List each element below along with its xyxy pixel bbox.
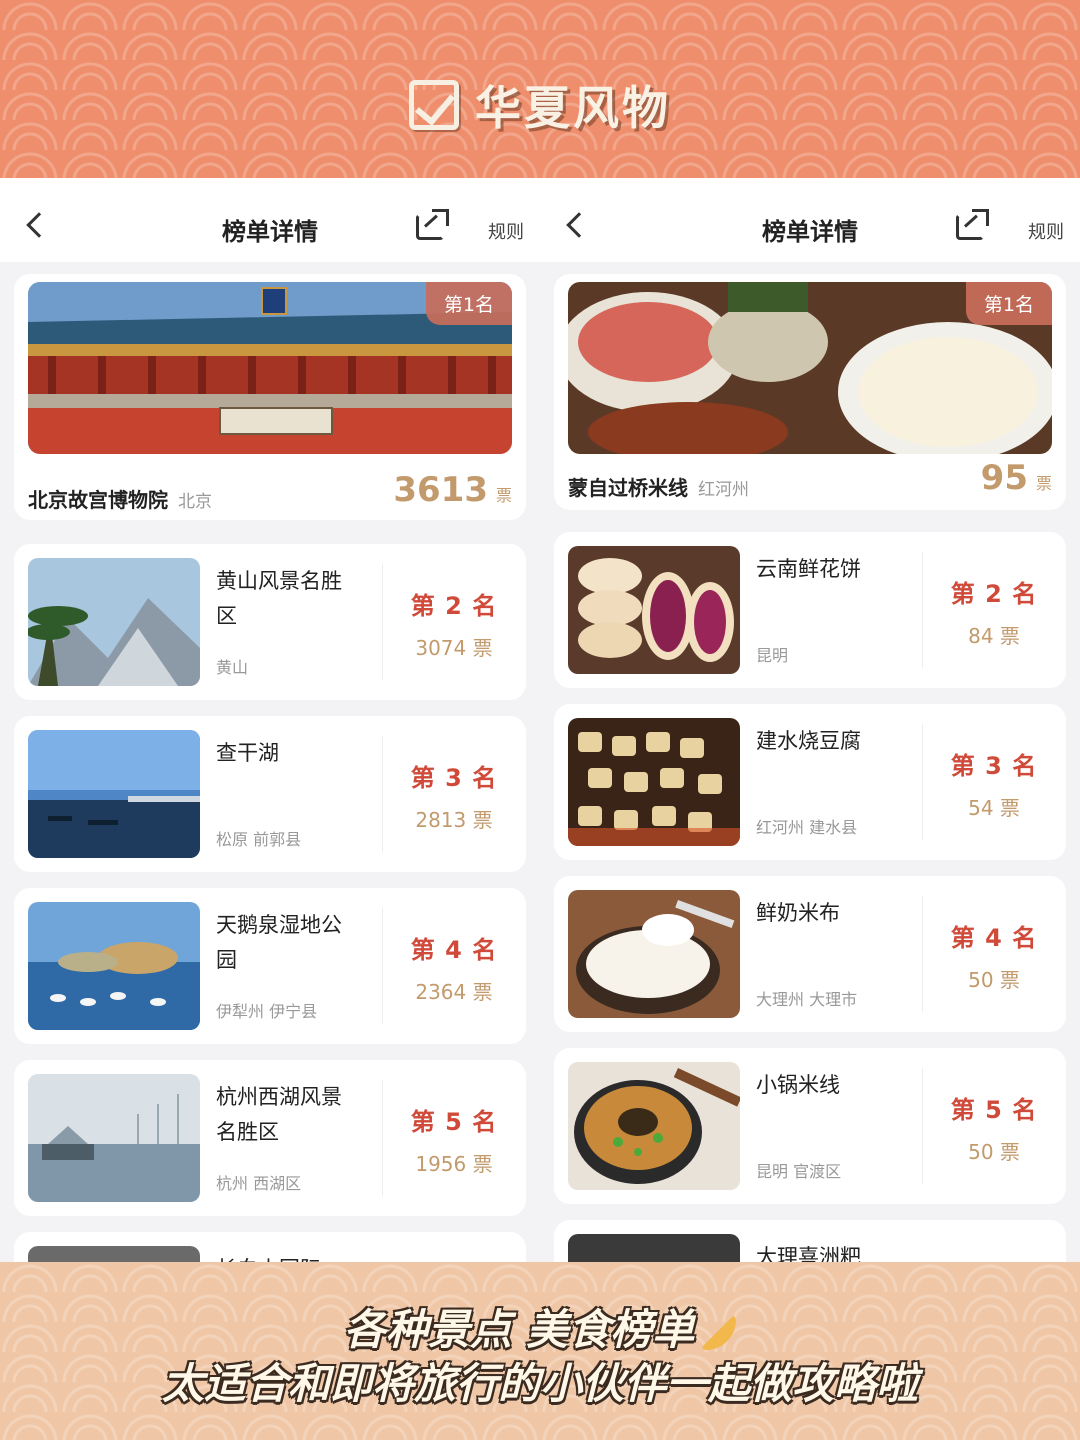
caption-line-1: 各种景点 美食榜单 <box>0 1296 1080 1357</box>
rules-link[interactable]: 规则 <box>488 218 524 244</box>
thumb-huangshan <box>28 558 200 686</box>
item-rank: 第 2 名 <box>950 580 1038 608</box>
item-rank: 第 5 名 <box>410 1108 498 1136</box>
item-location: 昆明 <box>756 646 789 665</box>
list-item[interactable]: 小锅米线 昆明 官渡区 第 5 名 50 票 <box>554 1048 1066 1204</box>
divider <box>382 736 383 852</box>
list-item[interactable]: 云南鲜花饼 昆明 第 2 名 84 票 <box>554 532 1066 688</box>
first-place-name: 北京故宫博物院 北京 <box>28 484 212 513</box>
item-name: 建水烧豆腐 <box>756 729 861 753</box>
nav-title: 榜单详情 <box>762 218 858 246</box>
item-votes: 2813 票 <box>415 808 493 832</box>
item-location: 北京 <box>178 492 212 512</box>
list-item[interactable]: 查干湖 松原 前郭县 第 3 名 2813 票 <box>14 716 526 872</box>
app-title: 华夏风物 <box>0 70 1080 140</box>
item-votes: 84 票 <box>968 624 1020 648</box>
list-item[interactable]: 鲜奶米布 大理州 大理市 第 4 名 50 票 <box>554 876 1066 1032</box>
item-name: 长白山国际 <box>216 1252 346 1262</box>
item-rank: 第 3 名 <box>950 752 1038 780</box>
item-votes: 50 票 <box>968 1140 1020 1164</box>
divider <box>382 564 383 680</box>
rank-badge: 第1名 <box>965 282 1052 325</box>
item-name: 杭州西湖风景名胜区 <box>216 1085 342 1144</box>
vote-unit: 票 <box>1035 474 1052 493</box>
thumb-west-lake <box>28 1074 200 1202</box>
item-name: 天鹅泉湿地公园 <box>216 913 342 972</box>
first-place-votes: 3613 票 <box>393 470 512 510</box>
right-panel-food: 榜单详情 规则 第1名 蒙自过桥米线 红河州 95 票 云南鲜花饼 昆明 第 2 名… <box>540 178 1080 1262</box>
item-name: 北京故宫博物院 <box>28 488 168 512</box>
list-item[interactable]: 黄山风景名胜区 黄山 第 2 名 3074 票 <box>14 544 526 700</box>
share-icon[interactable] <box>416 209 449 240</box>
hero-image-palace: 第1名 <box>28 282 512 454</box>
thumb-flower-cake <box>568 546 740 674</box>
hero-image-rice-noodle: 第1名 <box>568 282 1052 454</box>
item-location: 大理州 大理市 <box>756 990 858 1009</box>
pizza-icon <box>702 1315 737 1350</box>
list-item[interactable]: 杭州西湖风景名胜区 杭州 西湖区 第 5 名 1956 票 <box>14 1060 526 1216</box>
rules-link[interactable]: 规则 <box>1028 218 1064 244</box>
nav-title: 榜单详情 <box>222 218 318 246</box>
vote-count: 3613 <box>393 470 488 510</box>
vote-count: 95 <box>980 458 1028 498</box>
item-location: 红河州 建水县 <box>756 818 858 837</box>
thumb-pot-noodle <box>568 1062 740 1190</box>
divider <box>922 896 923 1012</box>
divider <box>922 552 923 668</box>
item-name: 大理喜洲粑 <box>756 1245 861 1262</box>
item-rank: 第 5 名 <box>950 1096 1038 1124</box>
item-name: 云南鲜花饼 <box>756 557 861 581</box>
nav-bar: 榜单详情 规则 <box>540 178 1080 262</box>
left-panel-scenic: 榜单详情 规则 第1名 北京故宫博物院 北京 3613 票 黄山风景名胜区 黄山… <box>0 178 540 1262</box>
item-votes: 50 票 <box>968 968 1020 992</box>
vote-unit: 票 <box>495 486 512 505</box>
item-rank: 第 4 名 <box>950 924 1038 952</box>
rank-first-card[interactable]: 第1名 蒙自过桥米线 红河州 95 票 <box>554 274 1066 510</box>
list-item-partial[interactable]: 大理喜洲粑 <box>554 1220 1066 1262</box>
rank-badge: 第1名 <box>425 282 512 325</box>
thumb-partial <box>28 1246 200 1262</box>
caption-text: 各种景点 美食榜单 <box>343 1305 695 1354</box>
item-name: 蒙自过桥米线 <box>568 476 688 500</box>
item-location: 黄山 <box>216 658 249 677</box>
item-rank: 第 2 名 <box>410 592 498 620</box>
list-item[interactable]: 天鹅泉湿地公园 伊犁州 伊宁县 第 4 名 2364 票 <box>14 888 526 1044</box>
checkbox-icon <box>409 80 459 130</box>
item-name: 小锅米线 <box>756 1073 840 1097</box>
item-votes: 1956 票 <box>415 1152 493 1176</box>
divider <box>922 724 923 840</box>
item-name: 查干湖 <box>216 741 279 765</box>
thumb-chagan-lake <box>28 730 200 858</box>
rank-first-card[interactable]: 第1名 北京故宫博物院 北京 3613 票 <box>14 274 526 520</box>
first-place-votes: 95 票 <box>981 458 1052 498</box>
divider <box>922 1068 923 1184</box>
item-location: 伊犁州 伊宁县 <box>216 1002 318 1021</box>
thumb-milk-pudding <box>568 890 740 1018</box>
thumb-grilled-tofu <box>568 718 740 846</box>
caption-line-2: 太适合和即将旅行的小伙伴一起做攻略啦 <box>161 1359 918 1408</box>
first-place-name: 蒙自过桥米线 红河州 <box>568 472 749 501</box>
list-item-partial[interactable]: 长白山国际 <box>14 1232 526 1262</box>
divider <box>382 1080 383 1196</box>
item-location: 昆明 官渡区 <box>756 1162 842 1181</box>
item-name: 鲜奶米布 <box>756 901 840 925</box>
item-name: 黄山风景名胜区 <box>216 569 342 628</box>
item-rank: 第 4 名 <box>410 936 498 964</box>
item-location: 杭州 西湖区 <box>216 1174 302 1193</box>
list-item[interactable]: 建水烧豆腐 红河州 建水县 第 3 名 54 票 <box>554 704 1066 860</box>
item-votes: 2364 票 <box>415 980 493 1004</box>
item-votes: 54 票 <box>968 796 1020 820</box>
item-votes: 3074 票 <box>415 636 493 660</box>
divider <box>382 908 383 1024</box>
share-icon[interactable] <box>956 209 989 240</box>
thumb-partial <box>568 1234 740 1262</box>
item-location: 松原 前郭县 <box>216 830 302 849</box>
app-title-text: 华夏风物 <box>475 81 671 135</box>
nav-bar: 榜单详情 规则 <box>0 178 540 262</box>
thumb-swan-spring <box>28 902 200 1030</box>
item-rank: 第 3 名 <box>410 764 498 792</box>
item-location: 红河州 <box>698 480 749 500</box>
